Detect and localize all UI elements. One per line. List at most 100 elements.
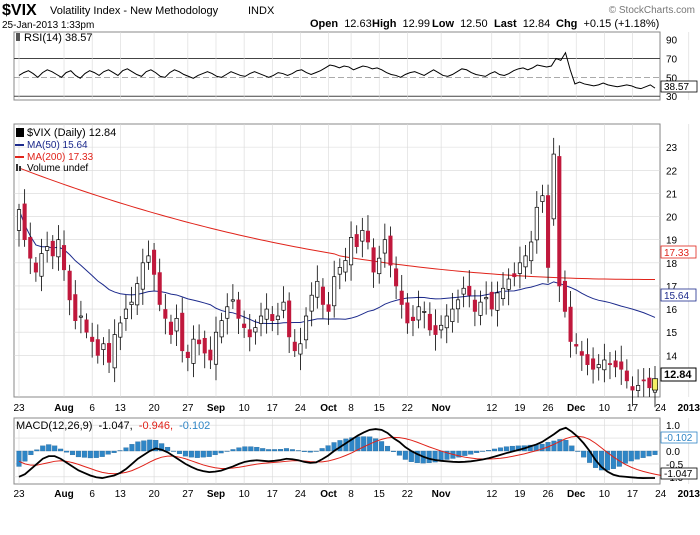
rsi-current-value: 38.57: [664, 82, 689, 93]
candle-down: [152, 249, 157, 275]
candle-up: [258, 315, 264, 324]
macd-x-tick: 12: [486, 489, 498, 500]
macd-histogram-bar: [28, 450, 34, 456]
candle-down: [33, 262, 38, 273]
candle-up: [444, 315, 449, 329]
candle-down: [489, 291, 494, 310]
macd-x-tick: 19: [514, 489, 526, 500]
macd-x-tick: 10: [239, 489, 251, 500]
macd-tick-label: 0.0: [666, 447, 680, 458]
candle-down: [73, 294, 78, 322]
macd-histogram-bar: [295, 450, 301, 452]
macd-label-name: MACD(12,26,9): [16, 420, 92, 432]
macd-histogram-bar: [301, 450, 307, 452]
macd-histogram-bar: [87, 450, 93, 459]
rsi-tick-label: 90: [666, 36, 678, 47]
macd-x-tick: 15: [374, 489, 386, 500]
macd-x-tick: Sep: [207, 489, 225, 500]
candle-down: [512, 273, 517, 278]
candle-up: [349, 237, 354, 266]
candle-down: [292, 341, 297, 352]
candle-down: [568, 306, 573, 342]
candle-up: [45, 246, 50, 251]
macd-histogram-bar: [325, 445, 331, 452]
macd-x-tick: 24: [295, 489, 307, 500]
candle-down: [180, 312, 185, 352]
macd-histogram-bar: [438, 450, 444, 461]
candle-up: [450, 308, 455, 322]
candle-down: [185, 351, 190, 359]
price-tick-label: 21: [666, 189, 678, 200]
macd-x-tick: 6: [89, 489, 95, 500]
macd-histogram-bar: [581, 450, 587, 458]
ohlc-high-label: High: [372, 18, 397, 30]
macd-histogram-bar: [396, 450, 402, 456]
legend-volume-icon: [16, 164, 18, 171]
macd-histogram-bar: [266, 449, 272, 452]
macd-x-tick: 2013: [678, 489, 700, 500]
candle-down: [320, 286, 325, 305]
macd-x-tick: 8: [348, 489, 354, 500]
candle-up: [281, 301, 286, 311]
macd-histogram-bar: [200, 450, 206, 458]
candle-down: [574, 344, 579, 347]
macd-histogram-bar: [52, 445, 58, 452]
macd-histogram-bar: [551, 440, 557, 452]
macd-histogram-bar: [474, 450, 480, 453]
candle-down: [28, 237, 33, 259]
candle-up: [304, 315, 309, 341]
macd-x-tick: Oct: [320, 489, 337, 500]
price-x-tick: 26: [542, 403, 554, 414]
rsi-legend-swatch: [16, 33, 20, 41]
candle-up: [230, 299, 235, 302]
macd-histogram-bar: [289, 449, 295, 452]
macd-label: MACD(12,26,9) -1.047, -0.946, -0.102: [16, 420, 210, 432]
last-value: 12.84: [664, 369, 692, 381]
price-x-tick: 19: [514, 403, 526, 414]
candle-down: [613, 360, 618, 368]
price-x-tick: 8: [348, 403, 354, 414]
macd-histogram-bar: [384, 445, 391, 452]
price-tick-label: 16: [666, 305, 678, 316]
price-x-tick: Nov: [432, 403, 451, 414]
macd-histogram-bar: [218, 450, 224, 454]
candle-down: [467, 285, 472, 296]
macd-histogram-bar: [426, 450, 432, 464]
ma200-value: 17.33: [664, 248, 689, 259]
candle-down: [90, 336, 95, 342]
macd-histogram-bar: [402, 450, 408, 460]
exchange: INDX: [248, 5, 275, 17]
macd-histogram-bar: [230, 449, 236, 452]
candle-up: [551, 153, 556, 220]
macd-histogram-bar: [58, 448, 64, 452]
candle-up: [315, 280, 320, 298]
macd-histogram-bar: [206, 450, 212, 457]
candle-down: [388, 235, 393, 266]
candle-down: [95, 339, 100, 356]
macd-x-tick: Aug: [54, 489, 73, 500]
candle-down: [410, 316, 416, 322]
macd-x-tick: 22: [402, 489, 414, 500]
candle-up: [129, 301, 134, 305]
candle-down: [197, 339, 202, 345]
macd-label-macd: -1.047,: [98, 420, 132, 432]
candle-up: [596, 364, 601, 369]
candle-up: [517, 262, 522, 274]
candle-down: [472, 299, 477, 312]
ohlc-open-value: 12.63: [344, 18, 372, 30]
candle-up: [455, 299, 461, 310]
candle-up: [332, 276, 337, 307]
macd-histogram-bar: [236, 447, 242, 452]
candle-up: [360, 230, 365, 242]
candle-up: [213, 331, 219, 365]
macd-x-tick: Dec: [567, 489, 586, 500]
ohlc-last-value: 12.84: [523, 18, 551, 30]
ohlc-low-value: 12.50: [460, 18, 488, 30]
macd-histogram-bar: [563, 440, 569, 452]
candle-down: [641, 379, 646, 382]
macd-histogram-bar: [480, 450, 486, 452]
price-tick-label: 23: [666, 143, 678, 154]
price-x-tick: 20: [149, 403, 161, 414]
macd-histogram-bar: [22, 450, 28, 462]
macd-panel: 1.00.50.0-0.5-1.0 MACD(12,26,9) -1.047, …: [13, 417, 698, 485]
